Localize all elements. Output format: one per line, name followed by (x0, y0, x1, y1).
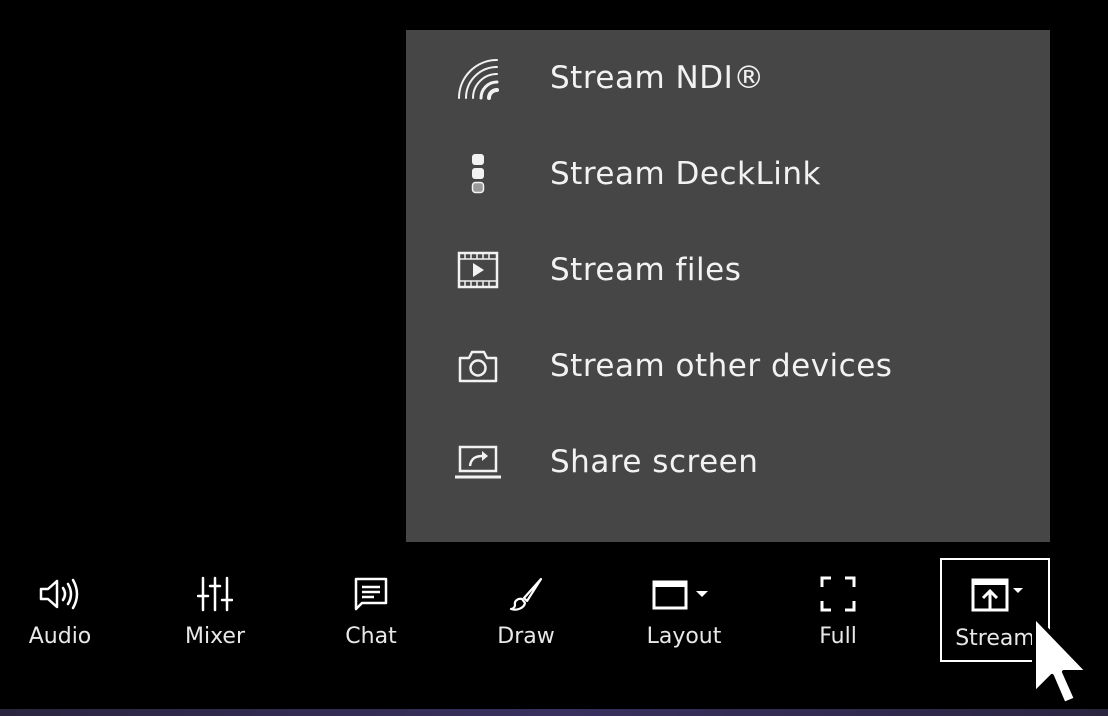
chevron-down-icon (696, 591, 708, 597)
layout-button[interactable]: Layout (632, 556, 736, 662)
mixer-label: Mixer (184, 624, 246, 649)
stream-upload-icon (963, 574, 1027, 614)
full-label: Full (819, 624, 857, 649)
menu-item-label: Stream NDI® (550, 60, 765, 96)
chat-icon (346, 574, 396, 614)
menu-item-share-screen[interactable]: Share screen (406, 414, 1050, 510)
draw-button[interactable]: Draw (476, 556, 576, 662)
layout-label: Layout (646, 624, 722, 649)
share-screen-icon (454, 440, 502, 484)
speaker-icon (35, 574, 85, 614)
film-play-icon (454, 248, 502, 292)
stream-dropdown-menu: Stream NDI® Stream DeckLink Stream files… (406, 30, 1050, 542)
sliders-icon (190, 574, 240, 614)
mouse-cursor-icon (1032, 614, 1090, 706)
audio-label: Audio (28, 624, 92, 649)
chat-button[interactable]: Chat (321, 556, 421, 662)
menu-item-stream-decklink[interactable]: Stream DeckLink (406, 126, 1050, 222)
app-window: Stream NDI® Stream DeckLink Stream files… (0, 0, 1108, 716)
decklink-icon (454, 152, 502, 196)
camera-icon (454, 344, 502, 388)
draw-label: Draw (497, 624, 555, 649)
menu-item-label: Share screen (550, 444, 759, 480)
menu-item-label: Stream other devices (550, 348, 893, 384)
brush-icon (501, 574, 551, 614)
chat-label: Chat (345, 624, 397, 649)
audio-button[interactable]: Audio (10, 556, 110, 662)
chevron-down-icon (1013, 588, 1023, 593)
ndi-signal-icon (454, 56, 502, 100)
layout-icon (652, 574, 716, 614)
menu-item-stream-ndi[interactable]: Stream NDI® (406, 30, 1050, 126)
menu-item-stream-other-devices[interactable]: Stream other devices (406, 318, 1050, 414)
menu-item-label: Stream files (550, 252, 742, 288)
menu-item-stream-files[interactable]: Stream files (406, 222, 1050, 318)
fullscreen-icon (813, 574, 863, 614)
bottom-toolbar: Audio Mixer Chat Draw Layout Full Stream (0, 556, 1108, 706)
bottom-edge-strip (0, 709, 1108, 716)
fullscreen-button[interactable]: Full (788, 556, 888, 662)
menu-item-label: Stream DeckLink (550, 156, 821, 192)
mixer-button[interactable]: Mixer (165, 556, 265, 662)
